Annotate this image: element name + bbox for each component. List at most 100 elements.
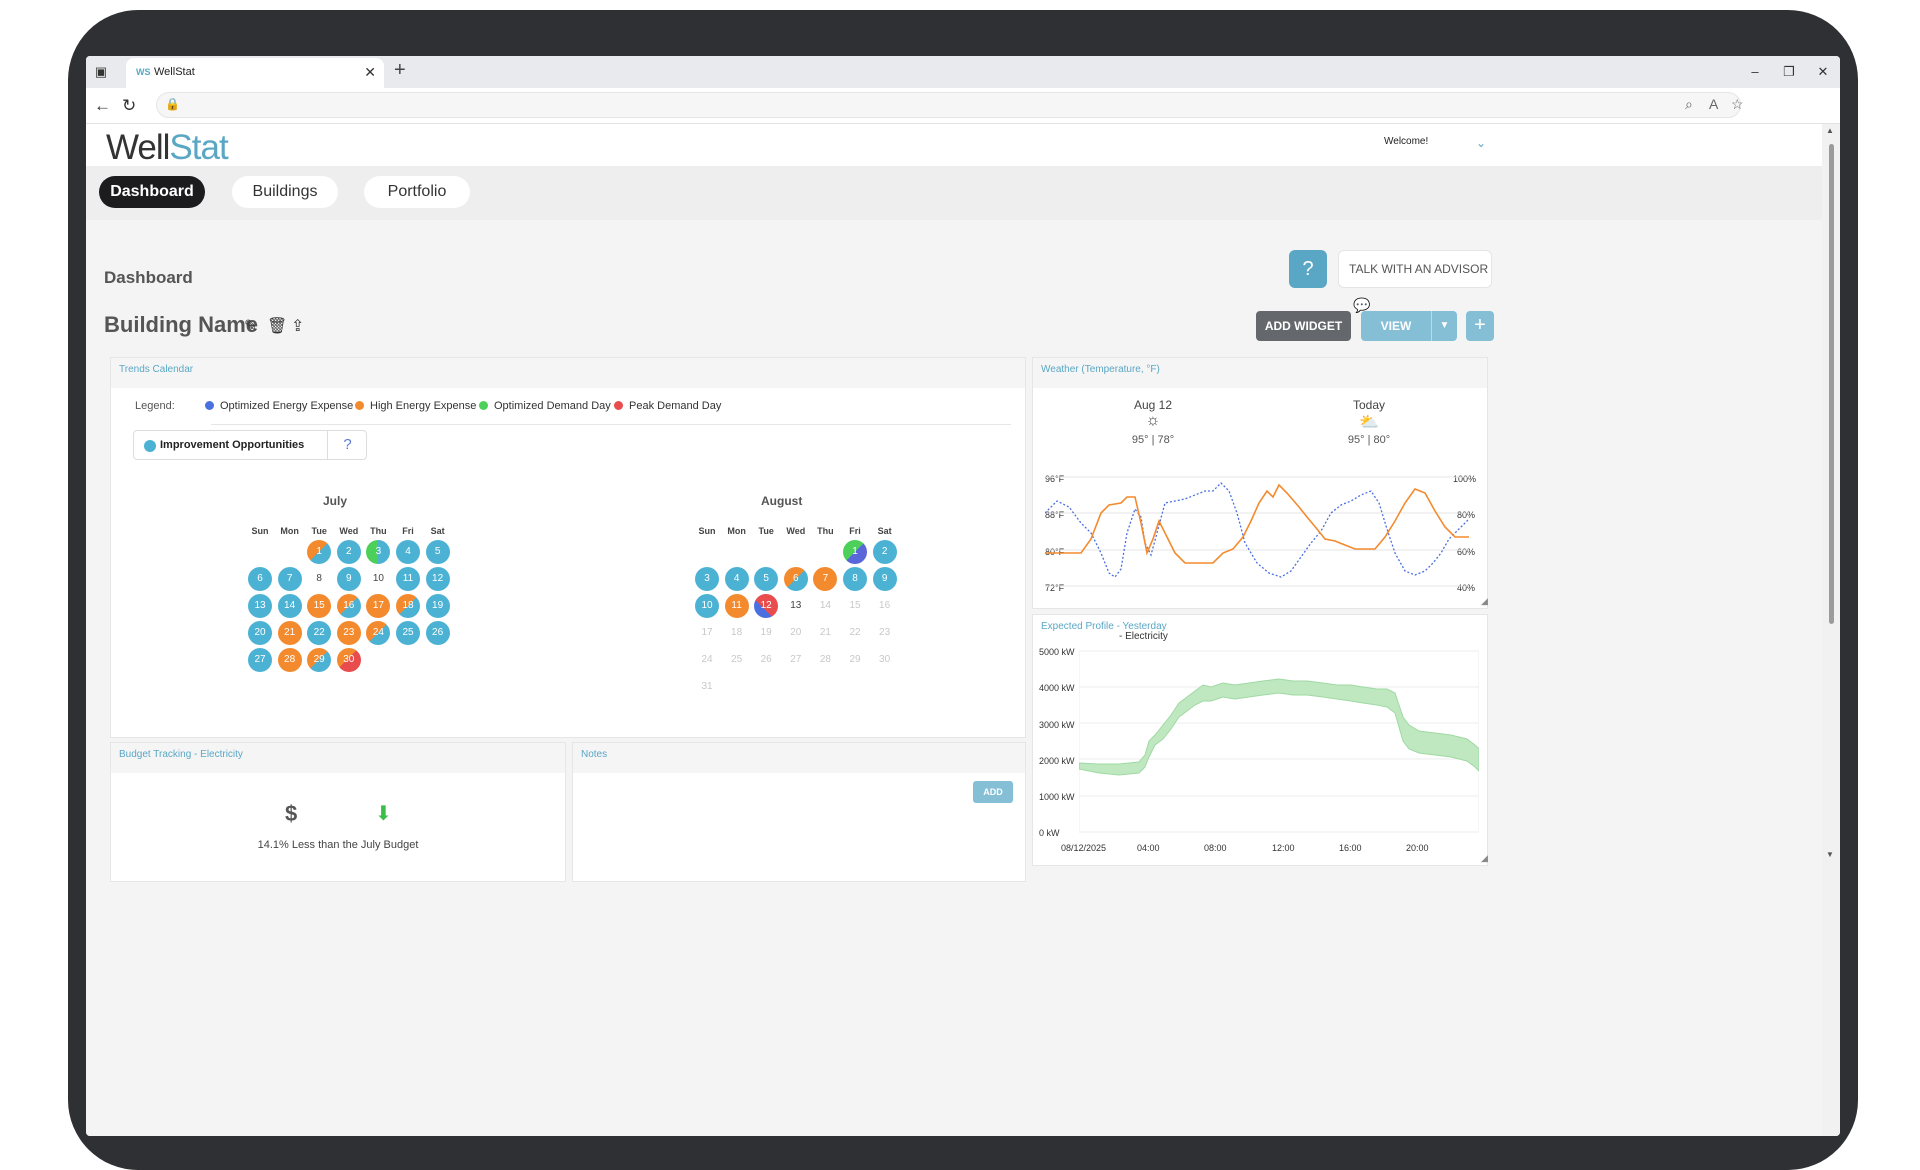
calendar-day[interactable]: 14 [813, 594, 837, 618]
calendar-day[interactable]: 3 [695, 567, 719, 591]
calendar-day[interactable]: 21 [813, 621, 837, 645]
calendar-day[interactable]: 8 [843, 567, 867, 591]
read-aloud-icon[interactable]: A [1709, 96, 1718, 112]
calendar-day[interactable]: 18 [725, 621, 749, 645]
calendar-day[interactable]: 22 [843, 621, 867, 645]
calendar-day[interactable]: 30 [336, 648, 361, 672]
calendar-day[interactable]: 15 [307, 594, 332, 618]
calendar-day[interactable]: 10 [366, 567, 390, 591]
back-icon[interactable]: ← [94, 96, 111, 116]
calendar-day[interactable]: 28 [277, 648, 302, 672]
tab-actions-icon[interactable]: ▣ [92, 63, 110, 81]
calendar-day[interactable]: 27 [784, 648, 808, 672]
nav-buildings[interactable]: Buildings [232, 176, 338, 208]
calendar-day[interactable]: 26 [425, 621, 450, 645]
close-window-icon[interactable]: ✕ [1814, 63, 1832, 81]
calendar-day[interactable]: 23 [336, 621, 361, 645]
calendar-day[interactable]: 20 [248, 621, 272, 645]
calendar-day[interactable]: 19 [425, 594, 450, 618]
resize-handle-icon[interactable]: ◢ [1481, 596, 1488, 607]
talk-advisor-button[interactable]: TALK WITH AN ADVISOR💬 [1338, 250, 1492, 313]
calendar-day[interactable]: 29 [843, 648, 867, 672]
calendar-day[interactable]: 7 [277, 567, 302, 591]
calendar-day[interactable]: 9 [872, 567, 897, 591]
calendar-day[interactable]: 26 [754, 648, 778, 672]
calendar-day[interactable]: 2 [336, 540, 361, 564]
chart-legend: - Electricity [1119, 631, 1168, 642]
zoom-icon[interactable]: ⌕ [1685, 96, 1693, 113]
help-button[interactable]: ? [1289, 250, 1327, 288]
calendar-day[interactable]: 10 [695, 594, 719, 618]
calendar-day[interactable]: 16 [336, 594, 361, 618]
calendar-day[interactable]: 9 [336, 567, 361, 591]
scroll-up-icon[interactable]: ▲ [1826, 126, 1834, 135]
calendar-day[interactable]: 8 [307, 567, 331, 591]
nav-dashboard[interactable]: Dashboard [99, 176, 205, 208]
calendar-day[interactable]: 27 [248, 648, 272, 672]
scrollbar[interactable]: ▲ ▼ [1822, 124, 1840, 1136]
nav-portfolio[interactable]: Portfolio [364, 176, 470, 208]
calendar-day[interactable]: 13 [784, 594, 808, 618]
calendar-day[interactable]: 1 [307, 540, 332, 564]
calendar-day[interactable]: 31 [695, 675, 719, 699]
calendar-day[interactable]: 4 [724, 567, 749, 591]
url-field[interactable]: 🔒 ⌕ A ☆ [156, 92, 1744, 118]
calendar-day[interactable]: 23 [873, 621, 897, 645]
add-note-button[interactable]: ADD [973, 781, 1013, 803]
calendar-day[interactable]: 21 [277, 621, 302, 645]
refresh-icon[interactable]: ↻ [122, 96, 136, 116]
calendar-day[interactable]: 17 [366, 594, 391, 618]
add-icon[interactable]: + [1466, 311, 1494, 341]
calendar-day[interactable]: 11 [724, 594, 749, 618]
add-widget-button[interactable]: ADD WIDGET [1256, 311, 1351, 341]
calendar-day[interactable]: 25 [725, 648, 749, 672]
weekday-label: Sun [251, 526, 269, 536]
favorite-icon[interactable]: ☆ [1731, 96, 1744, 113]
calendar-day[interactable]: 7 [813, 567, 838, 591]
browser-tab[interactable]: WS WellStat ✕ [126, 58, 384, 88]
calendar-day[interactable]: 14 [277, 594, 302, 618]
wellstat-logo[interactable]: WellStat [106, 128, 229, 168]
calendar-day[interactable]: 6 [248, 567, 272, 591]
calendar-day[interactable]: 3 [366, 540, 391, 564]
calendar-day[interactable]: 6 [783, 567, 808, 591]
close-tab-icon[interactable]: ✕ [364, 64, 376, 81]
improvement-opportunities-toggle[interactable]: Improvement Opportunities ? [133, 430, 367, 460]
minimize-icon[interactable]: – [1746, 63, 1764, 81]
calendar-day[interactable]: 24 [695, 648, 719, 672]
calendar-day[interactable]: 15 [843, 594, 867, 618]
calendar-day[interactable]: 30 [873, 648, 897, 672]
calendar-day[interactable]: 13 [248, 594, 272, 618]
scroll-thumb[interactable] [1829, 144, 1834, 624]
calendar-day[interactable]: 2 [872, 540, 897, 564]
calendar-day[interactable]: 19 [754, 621, 778, 645]
calendar-day[interactable]: 5 [754, 567, 779, 591]
calendar-day[interactable]: 25 [396, 621, 420, 645]
calendar-day[interactable]: 12 [754, 594, 779, 618]
top-bar: WellStat Welcome! ⌄ [86, 124, 1822, 168]
calendar-day[interactable]: 18 [396, 594, 420, 618]
share-icon[interactable]: ⇪ [291, 316, 304, 336]
calendar-day[interactable]: 20 [784, 621, 808, 645]
delete-icon[interactable]: 🗑 [267, 316, 287, 336]
restore-icon[interactable]: ❐ [1780, 63, 1798, 81]
calendar-day[interactable]: 4 [396, 540, 420, 564]
user-menu-chevron-icon[interactable]: ⌄ [1476, 136, 1486, 150]
calendar-day[interactable]: 28 [813, 648, 837, 672]
calendar-day[interactable]: 12 [425, 567, 450, 591]
calendar-day[interactable]: 22 [307, 621, 332, 645]
calendar-day[interactable]: 1 [843, 540, 867, 564]
calendar-day[interactable]: 24 [366, 621, 391, 645]
view-button[interactable]: VIEW [1361, 311, 1431, 341]
resize-handle-icon[interactable]: ◢ [1481, 853, 1488, 864]
view-dropdown-icon[interactable]: ▼ [1431, 311, 1457, 341]
calendar-day[interactable]: 29 [307, 648, 332, 672]
calendar-day[interactable]: 17 [695, 621, 719, 645]
calendar-day[interactable]: 5 [425, 540, 450, 564]
edit-icon[interactable]: ✎ [244, 316, 257, 336]
scroll-down-icon[interactable]: ▼ [1826, 850, 1834, 859]
new-tab-icon[interactable]: + [394, 59, 406, 82]
help-circle-icon[interactable]: ? [327, 431, 367, 459]
calendar-day[interactable]: 11 [396, 567, 420, 591]
calendar-day[interactable]: 16 [873, 594, 897, 618]
